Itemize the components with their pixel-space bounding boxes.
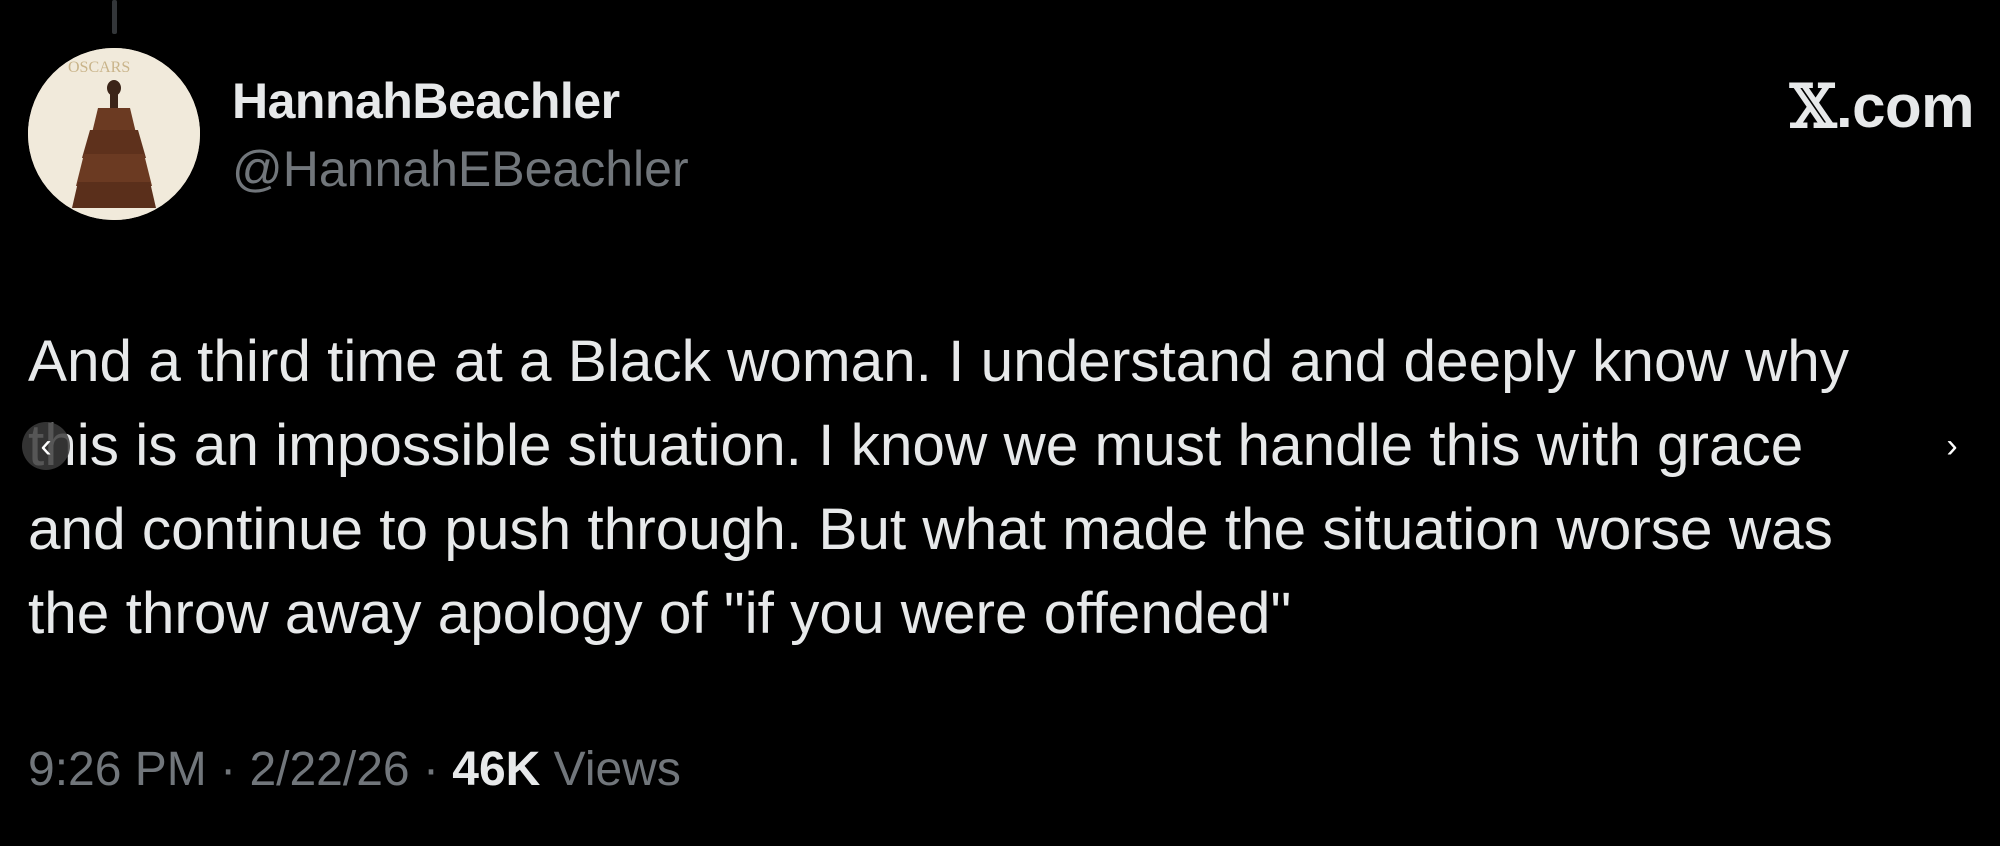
x-com-logo: 𝕏.com (1789, 72, 1975, 142)
x-logo-icon: 𝕏 (1789, 72, 1837, 142)
tweet-text-line: the throw away apology of "if you were o… (28, 581, 1292, 646)
author-handle[interactable]: @HannahEBeachler (232, 140, 689, 198)
chevron-right-icon: › (1946, 427, 1958, 465)
avatar[interactable]: OSCARS (28, 48, 200, 220)
tweet-meta: 9:26 PM · 2/22/26 · 46K Views (28, 742, 681, 797)
thread-connector-line (112, 0, 117, 34)
chevron-left-icon: ‹ (40, 427, 52, 465)
views-label: Views (553, 743, 681, 796)
meta-separator: · (220, 743, 237, 796)
tweet-text-line: this is an impossible situation. I know … (28, 413, 1804, 478)
tweet-date[interactable]: 2/22/26 (249, 743, 409, 796)
tweet-text: And a third time at a Black woman. I und… (28, 320, 1978, 656)
tweet-text-line: And a third time at a Black woman. I und… (28, 329, 1850, 394)
tweet-time[interactable]: 9:26 PM (28, 743, 207, 796)
carousel-next-button[interactable]: › (1928, 422, 1976, 470)
avatar-logo-text: OSCARS (68, 59, 130, 76)
tweet-text-line: and continue to push through. But what m… (28, 497, 1833, 562)
author-display-name[interactable]: HannahBeachler (232, 72, 620, 130)
meta-separator: · (422, 743, 439, 796)
carousel-prev-button[interactable]: ‹ (22, 422, 70, 470)
avatar-image: OSCARS (28, 48, 200, 220)
views-count[interactable]: 46K (452, 743, 540, 796)
brand-suffix: .com (1835, 73, 1975, 140)
